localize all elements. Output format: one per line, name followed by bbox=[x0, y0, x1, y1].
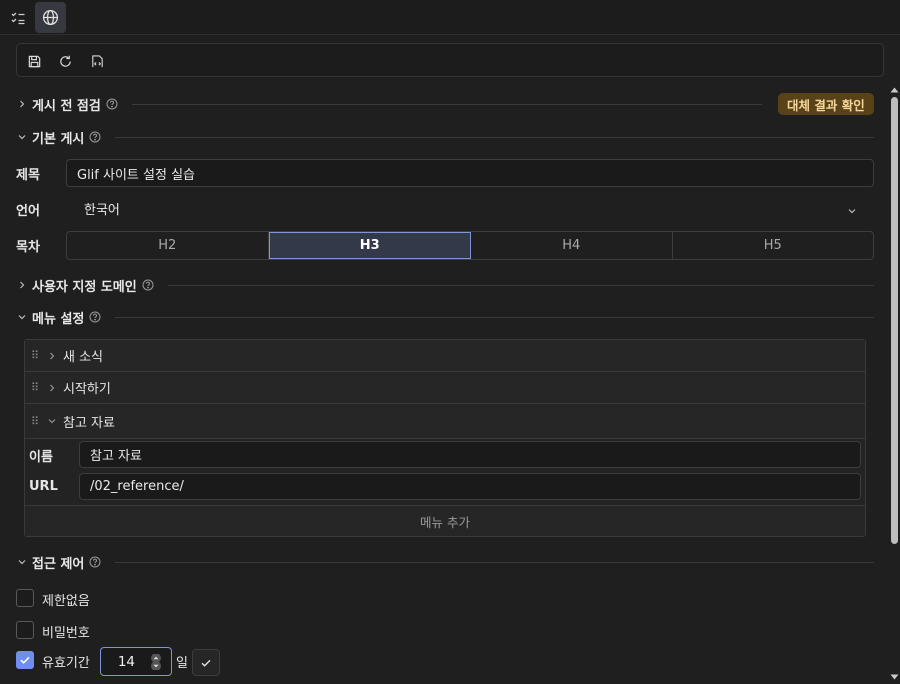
drag-handle-icon[interactable]: ⠿ bbox=[31, 381, 41, 394]
scroll-up-arrow-icon[interactable] bbox=[890, 86, 899, 93]
drag-handle-icon[interactable]: ⠿ bbox=[31, 415, 41, 428]
help-icon[interactable] bbox=[106, 98, 118, 110]
scrollbar-thumb[interactable] bbox=[891, 97, 898, 544]
toc-option-h4[interactable]: H4 bbox=[471, 232, 673, 259]
chevron-right-icon[interactable] bbox=[45, 352, 59, 360]
save-button[interactable] bbox=[24, 51, 44, 71]
chevron-down-icon bbox=[16, 133, 28, 141]
menu-item[interactable]: ⠿ 참고 자료 bbox=[25, 404, 865, 439]
chevron-down-icon bbox=[847, 205, 857, 220]
section-title: 기본 게시 bbox=[32, 131, 85, 147]
menu-item-label: 시작하기 bbox=[63, 382, 111, 397]
code-file-icon bbox=[91, 54, 103, 67]
days-unit-label: 일 bbox=[176, 656, 188, 671]
add-menu-button[interactable]: 메뉴 추가 bbox=[25, 505, 865, 536]
section-menu[interactable]: 메뉴 설정 bbox=[16, 307, 874, 327]
divider bbox=[167, 284, 874, 286]
section-title: 접근 제어 bbox=[32, 556, 85, 572]
divider bbox=[115, 136, 874, 138]
check-icon bbox=[201, 659, 211, 667]
toc-option-h5[interactable]: H5 bbox=[673, 232, 874, 259]
chevron-right-icon[interactable] bbox=[45, 384, 59, 392]
no-restriction-checkbox[interactable] bbox=[16, 589, 34, 607]
menu-item[interactable]: ⠿ 시작하기 bbox=[25, 372, 865, 404]
top-bar bbox=[0, 0, 900, 35]
section-domain[interactable]: 사용자 지정 도메인 bbox=[16, 275, 874, 295]
checklist-tab[interactable] bbox=[2, 2, 33, 33]
menu-url-input[interactable]: /02_reference/ bbox=[79, 473, 861, 500]
section-precheck[interactable]: 게시 전 점검 bbox=[16, 94, 874, 114]
title-label: 제목 bbox=[16, 168, 40, 183]
no-restriction-label: 제한없음 bbox=[42, 594, 90, 609]
globe-tab[interactable] bbox=[35, 2, 66, 33]
expiry-checkbox[interactable] bbox=[16, 651, 34, 669]
refresh-icon bbox=[59, 55, 71, 67]
language-value: 한국어 bbox=[84, 203, 120, 218]
menu-name-value: 참고 자료 bbox=[90, 449, 142, 464]
menu-item-label: 참고 자료 bbox=[63, 415, 115, 431]
menu-item[interactable]: ⠿ 새 소식 bbox=[25, 340, 865, 372]
chevron-right-icon bbox=[16, 281, 28, 289]
chevron-down-icon[interactable] bbox=[45, 417, 59, 425]
language-label: 언어 bbox=[16, 204, 40, 219]
menu-item-label: 새 소식 bbox=[63, 350, 104, 365]
save-icon bbox=[28, 55, 40, 67]
menu-list: ⠿ 새 소식 ⠿ 시작하기 ⠿ 참고 자료 이름 참고 자료 URL /02_r… bbox=[24, 339, 866, 537]
title-input-value: Glif 사이트 설정 실습 bbox=[77, 167, 195, 183]
confirm-button[interactable] bbox=[192, 649, 220, 676]
divider bbox=[131, 103, 762, 105]
drag-handle-icon[interactable]: ⠿ bbox=[31, 349, 41, 362]
spinner-arrows-icon[interactable] bbox=[150, 654, 162, 670]
help-icon[interactable] bbox=[89, 131, 101, 143]
chevron-down-icon bbox=[16, 558, 28, 566]
name-label: 이름 bbox=[29, 450, 53, 465]
help-icon[interactable] bbox=[89, 311, 101, 323]
chevron-down-icon bbox=[16, 313, 28, 321]
help-icon[interactable] bbox=[142, 279, 154, 291]
code-file-button[interactable] bbox=[87, 51, 107, 71]
section-access[interactable]: 접근 제어 bbox=[16, 552, 874, 572]
password-label: 비밀번호 bbox=[42, 626, 90, 641]
expiry-label: 유효기간 bbox=[42, 656, 90, 671]
toc-option-h3[interactable]: H3 bbox=[268, 232, 471, 259]
fallback-result-badge[interactable]: 대체 결과 확인 bbox=[778, 93, 874, 115]
checklist-icon bbox=[11, 12, 24, 24]
language-select[interactable]: 한국어 bbox=[66, 195, 874, 222]
chevron-right-icon bbox=[16, 100, 28, 108]
menu-url-value: /02_reference/ bbox=[90, 479, 184, 494]
scroll-down-arrow-icon[interactable] bbox=[890, 674, 899, 681]
title-input[interactable]: Glif 사이트 설정 실습 bbox=[66, 159, 874, 187]
check-icon bbox=[20, 656, 30, 664]
expiry-days-input[interactable]: 14 bbox=[100, 647, 172, 676]
menu-name-input[interactable]: 참고 자료 bbox=[79, 441, 861, 468]
refresh-button[interactable] bbox=[55, 51, 75, 71]
toc-label: 목차 bbox=[16, 240, 40, 255]
help-icon[interactable] bbox=[89, 556, 101, 568]
globe-icon bbox=[42, 9, 59, 26]
toc-segmented-control: H2 H3 H4 H5 bbox=[66, 231, 874, 260]
section-title: 사용자 지정 도메인 bbox=[32, 279, 137, 295]
expiry-days-value: 14 bbox=[117, 654, 135, 670]
url-label: URL bbox=[29, 479, 58, 494]
section-title: 게시 전 점검 bbox=[32, 98, 101, 114]
divider bbox=[115, 316, 874, 318]
divider bbox=[115, 561, 874, 563]
toc-option-h2[interactable]: H2 bbox=[67, 232, 269, 259]
editor-toolbar bbox=[16, 43, 884, 77]
section-basic[interactable]: 기본 게시 bbox=[16, 127, 874, 147]
section-title: 메뉴 설정 bbox=[32, 311, 85, 327]
password-checkbox[interactable] bbox=[16, 621, 34, 639]
